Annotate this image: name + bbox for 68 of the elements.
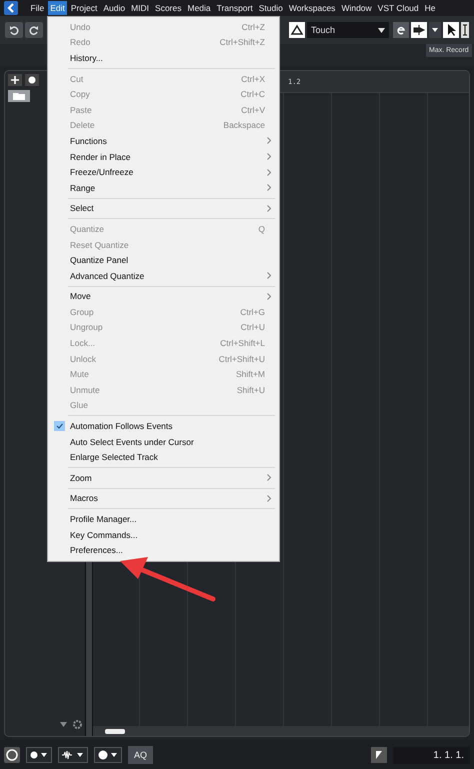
horizontal-scrollbar[interactable] xyxy=(93,726,469,736)
chevron-right-icon xyxy=(267,292,271,300)
menu-item[interactable]: Advanced Quantize xyxy=(48,268,279,284)
menu-item[interactable]: Freeze/Unfreeze xyxy=(48,164,279,180)
menu-bar-item[interactable]: Scores xyxy=(152,1,184,15)
chevron-right-icon xyxy=(267,474,271,482)
redo-icon xyxy=(29,25,39,35)
chevron-right-icon xyxy=(267,137,271,144)
range-tool-icon[interactable] xyxy=(461,22,469,38)
menu-item[interactable]: Zoom xyxy=(48,470,279,486)
plus-icon xyxy=(11,76,19,84)
menu-bar-item[interactable]: Media xyxy=(185,1,214,15)
app-logo-icon[interactable] xyxy=(4,1,18,15)
caret-icon[interactable] xyxy=(429,22,441,38)
menu-bar-item[interactable]: Audio xyxy=(100,1,128,15)
menu-bar-item[interactable]: Workspaces xyxy=(286,1,338,15)
midi-dropdown-icon xyxy=(98,750,118,760)
audio-mode-button[interactable] xyxy=(58,747,88,763)
menu-item[interactable]: Auto Select Events under Cursor xyxy=(48,434,279,450)
menu-item[interactable]: Automation Follows Events xyxy=(48,418,279,434)
automation-mode-dropdown[interactable]: Touch xyxy=(307,22,389,38)
midi-mode-button[interactable] xyxy=(94,747,122,763)
menu-bar-item[interactable]: Studio xyxy=(256,1,286,15)
chevron-right-icon xyxy=(267,204,271,212)
waveform-dropdown-icon xyxy=(62,751,84,759)
menu-bar-item[interactable]: MIDI xyxy=(128,1,152,15)
menu-item[interactable]: Move xyxy=(48,288,279,304)
chevron-right-icon xyxy=(267,184,271,192)
menu-item[interactable]: Quantize Panel xyxy=(48,252,279,268)
menu-item[interactable]: Key Commands... xyxy=(48,526,279,542)
track-preset-button[interactable] xyxy=(25,74,39,86)
menu-bar-item[interactable]: Window xyxy=(338,1,374,15)
menu-item[interactable]: History... xyxy=(48,50,279,66)
undo-icon xyxy=(9,25,19,35)
menu-item[interactable]: Preferences... xyxy=(48,542,279,558)
redo-button[interactable] xyxy=(25,22,43,38)
record-dropdown-icon xyxy=(30,751,48,759)
caret-icon xyxy=(378,28,385,32)
menu-item[interactable]: Render in Place xyxy=(48,148,279,164)
menu-bar-item[interactable]: VST Cloud xyxy=(375,1,422,15)
position-display: 1. 1. 1. xyxy=(393,746,470,764)
pointer-tool-icon[interactable] xyxy=(443,22,459,38)
menu-item[interactable]: Profile Manager... xyxy=(48,511,279,527)
menu-bar-item[interactable]: Transport xyxy=(214,1,256,15)
menu-bar-item[interactable]: Project xyxy=(68,1,100,15)
circle-icon xyxy=(28,76,36,84)
menu-bar-item[interactable]: He xyxy=(422,1,438,15)
menu-bar-item[interactable]: File xyxy=(28,1,47,15)
menu-item[interactable]: Enlarge Selected Track xyxy=(48,449,279,466)
chevron-right-icon xyxy=(267,494,271,502)
chevron-right-icon xyxy=(267,153,271,160)
checkmark-icon xyxy=(54,421,64,432)
record-mode-button[interactable] xyxy=(26,747,52,763)
add-track-button[interactable] xyxy=(8,74,22,86)
menu-item[interactable]: Functions xyxy=(48,133,279,149)
e-icon[interactable] xyxy=(393,22,409,38)
chevron-right-icon xyxy=(267,272,271,280)
auto-quantize-button[interactable]: AQ xyxy=(128,746,154,764)
menu-item[interactable]: Select xyxy=(48,200,279,216)
menu-item[interactable]: Range xyxy=(48,180,279,196)
automation-icon[interactable] xyxy=(289,22,305,38)
menu-bar-item[interactable]: Edit xyxy=(48,1,68,15)
settings-icon[interactable] xyxy=(73,720,82,729)
menu-item[interactable]: Macros xyxy=(48,490,279,506)
caret-icon[interactable] xyxy=(60,722,67,727)
locator-icon[interactable] xyxy=(371,747,388,763)
chevron-right-icon xyxy=(267,168,271,176)
undo-button[interactable] xyxy=(5,22,23,38)
